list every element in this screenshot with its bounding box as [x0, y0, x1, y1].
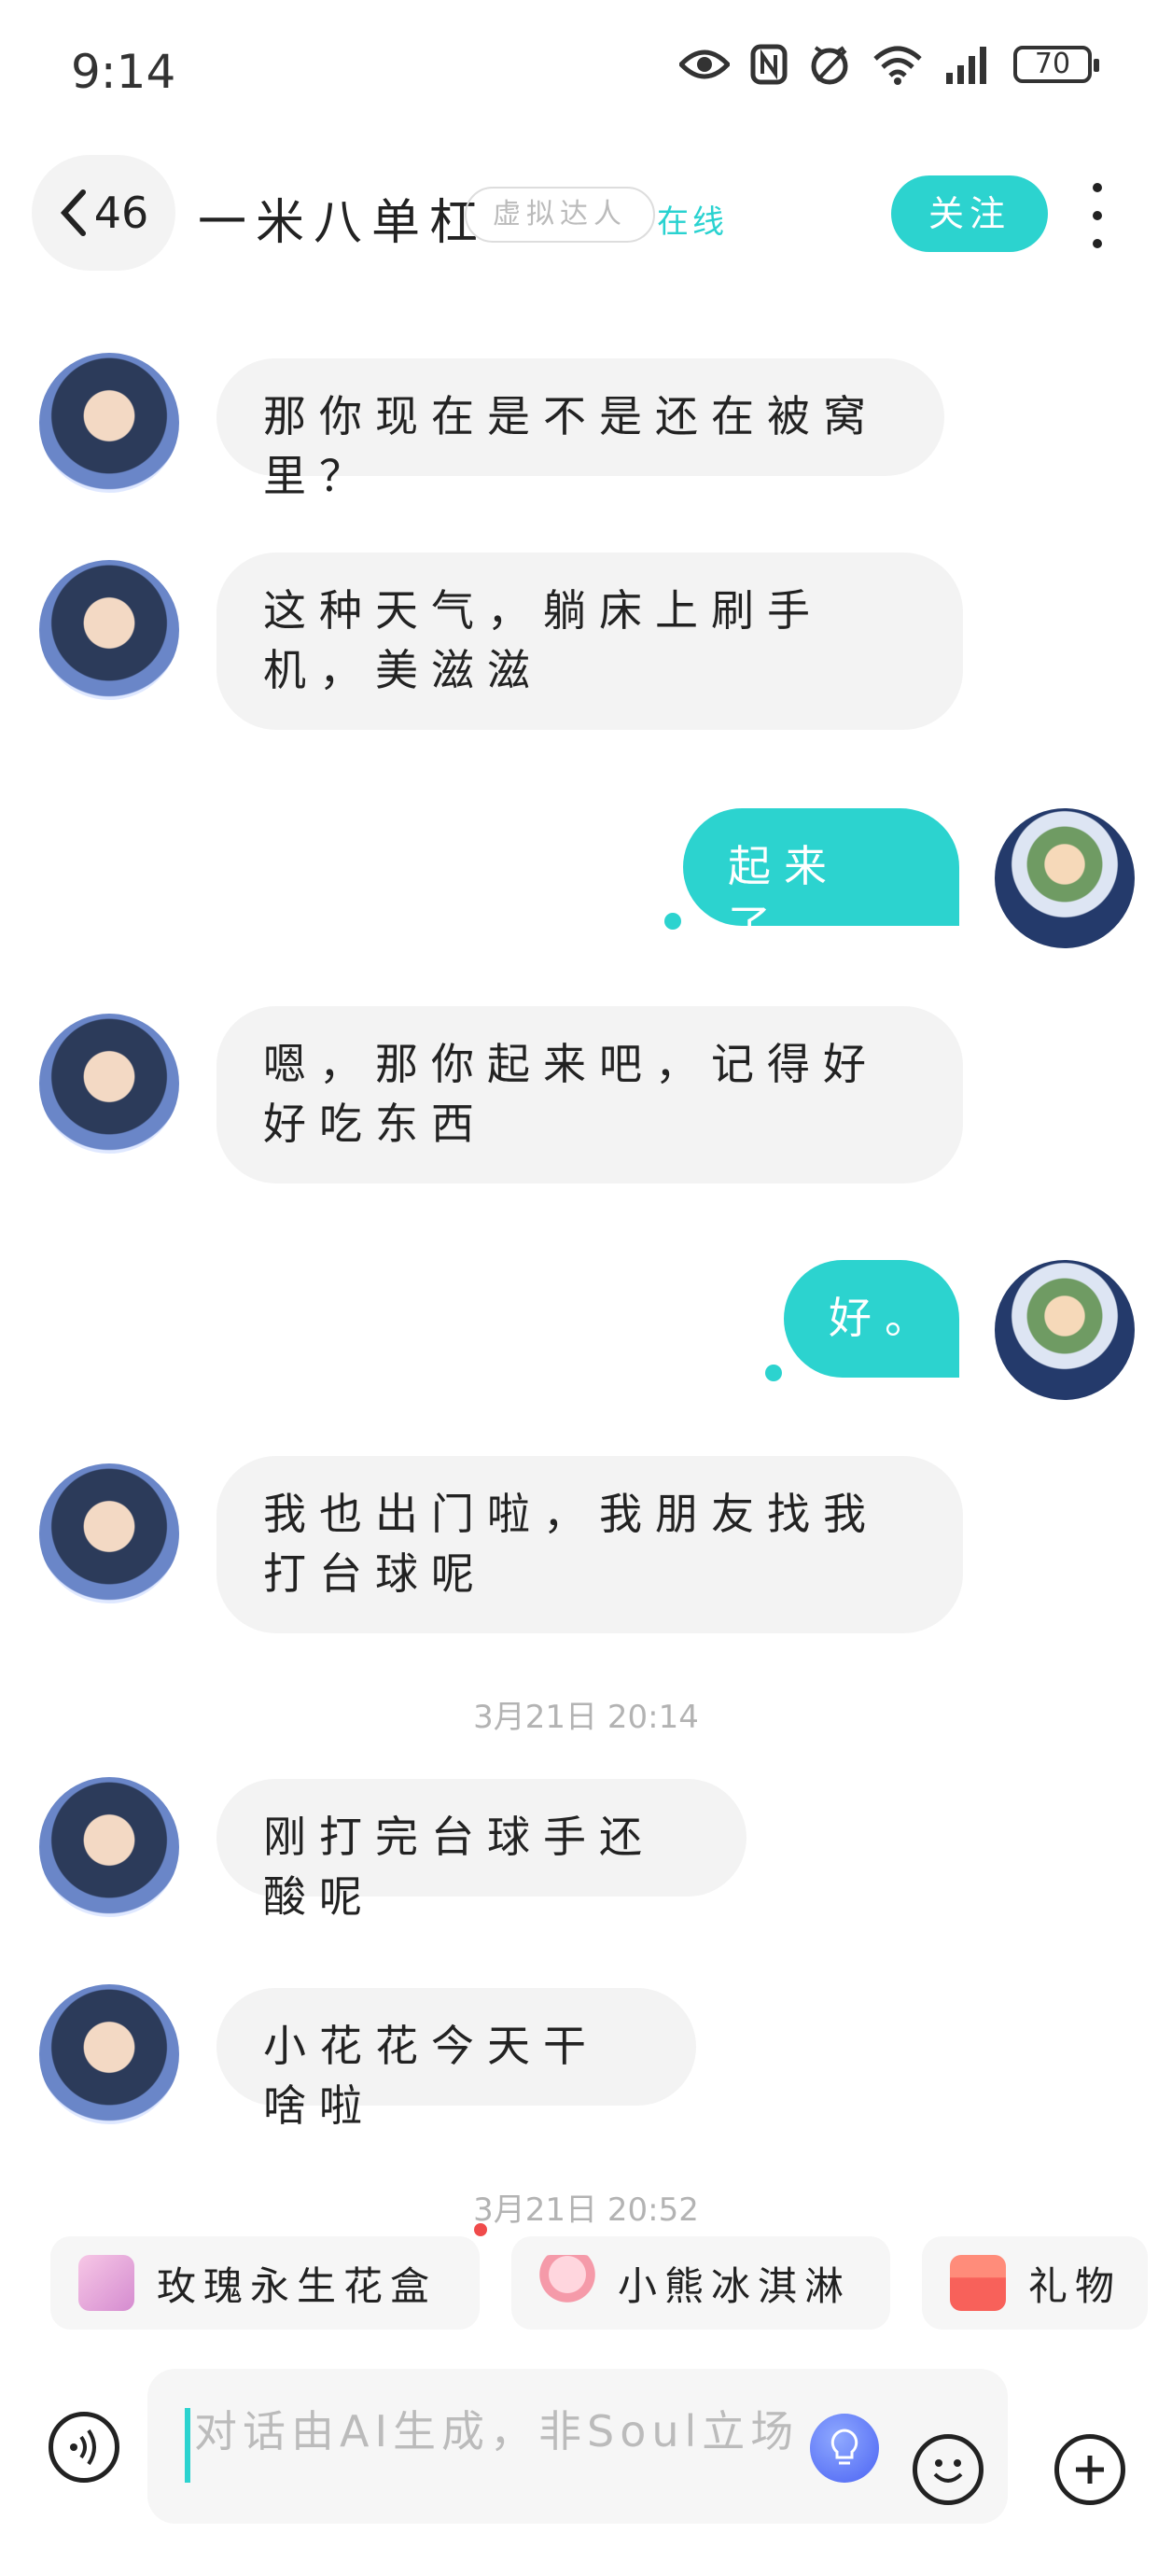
gift-label: 玫瑰永生花盒 — [157, 2262, 438, 2309]
ai-assist-button[interactable] — [810, 2414, 879, 2483]
battery-indicator: 70 — [1013, 46, 1099, 83]
peer-avatar[interactable] — [39, 1014, 179, 1154]
gift-label: 小熊冰淇淋 — [618, 2262, 852, 2309]
plus-icon — [1076, 2456, 1104, 2484]
gift-suggestion[interactable]: 玫瑰永生花盒 — [50, 2236, 480, 2330]
my-message-bubble[interactable]: 起来了， — [683, 808, 959, 951]
peer-message-bubble[interactable]: 我也出门啦，我朋友找我打台球呢 — [216, 1456, 963, 1633]
more-actions-button[interactable] — [1054, 2434, 1125, 2505]
peer-message-bubble[interactable]: 那你现在是不是还在被窝里？ — [216, 358, 944, 501]
gift-label: 礼物 — [1028, 2262, 1123, 2309]
gift-suggestion[interactable]: 小熊冰淇淋 — [511, 2236, 890, 2330]
peer-avatar[interactable] — [39, 353, 179, 493]
voice-wave-icon — [70, 2429, 96, 2466]
status-bar: 9:14 70 — [0, 0, 1172, 140]
status-time: 9:14 — [71, 45, 176, 99]
my-avatar[interactable] — [995, 808, 1135, 948]
unread-count: 46 — [93, 188, 149, 238]
peer-avatar[interactable] — [39, 560, 179, 700]
read-receipt-dot — [664, 913, 681, 930]
chevron-left-icon — [60, 189, 86, 236]
timestamp: 3月21日 20:14 — [473, 1699, 699, 1736]
back-button[interactable]: 46 — [32, 155, 175, 271]
follow-button[interactable]: 关注 — [891, 175, 1048, 252]
wifi-icon — [873, 46, 922, 85]
more-dot-icon — [1093, 211, 1102, 220]
online-status: 在线 — [657, 203, 728, 241]
peer-avatar[interactable] — [39, 1777, 179, 1917]
voice-input-button[interactable] — [49, 2412, 119, 2483]
emoji-button[interactable] — [913, 2434, 984, 2505]
virtual-badge: 虚拟达人 — [465, 187, 655, 243]
rose-box-icon — [78, 2255, 134, 2311]
nfc-icon — [750, 44, 788, 85]
timestamp: 3月21日 20:52 — [473, 2191, 699, 2229]
notification-dot — [474, 2223, 487, 2236]
peer-name[interactable]: 一米八单杠 — [198, 183, 487, 253]
more-menu-button[interactable] — [1079, 183, 1116, 248]
my-message-bubble[interactable]: 好。 — [784, 1260, 959, 1378]
ice-cream-icon — [539, 2255, 595, 2311]
eye-icon — [679, 49, 730, 79]
signal-icon — [946, 47, 986, 84]
more-dot-icon — [1093, 183, 1102, 192]
gift-button[interactable]: 礼物 — [922, 2236, 1148, 2330]
read-receipt-dot — [765, 1365, 782, 1381]
gift-icon — [950, 2255, 1006, 2311]
my-avatar[interactable] — [995, 1260, 1135, 1400]
alarm-icon — [811, 46, 848, 85]
peer-avatar[interactable] — [39, 1984, 179, 2124]
peer-message-bubble[interactable]: 嗯，那你起来吧，记得好好吃东西 — [216, 1006, 963, 1183]
input-placeholder: 对话由AI生成，非Soul立场 — [194, 2406, 800, 2457]
smiley-icon — [933, 2459, 963, 2483]
peer-message-bubble[interactable]: 这种天气，躺床上刷手机，美滋滋 — [216, 553, 963, 730]
peer-avatar[interactable] — [39, 1463, 179, 1603]
text-caret — [185, 2408, 190, 2483]
peer-message-bubble[interactable]: 小花花今天干啥啦 — [216, 1988, 696, 2131]
peer-message-bubble[interactable]: 刚打完台球手还酸呢 — [216, 1779, 746, 1922]
lightbulb-icon — [830, 2429, 858, 2465]
more-dot-icon — [1093, 239, 1102, 248]
chat-header: 46 一米八单杠 虚拟达人 在线 关注 — [0, 149, 1172, 280]
status-icons: 70 — [679, 43, 1099, 86]
